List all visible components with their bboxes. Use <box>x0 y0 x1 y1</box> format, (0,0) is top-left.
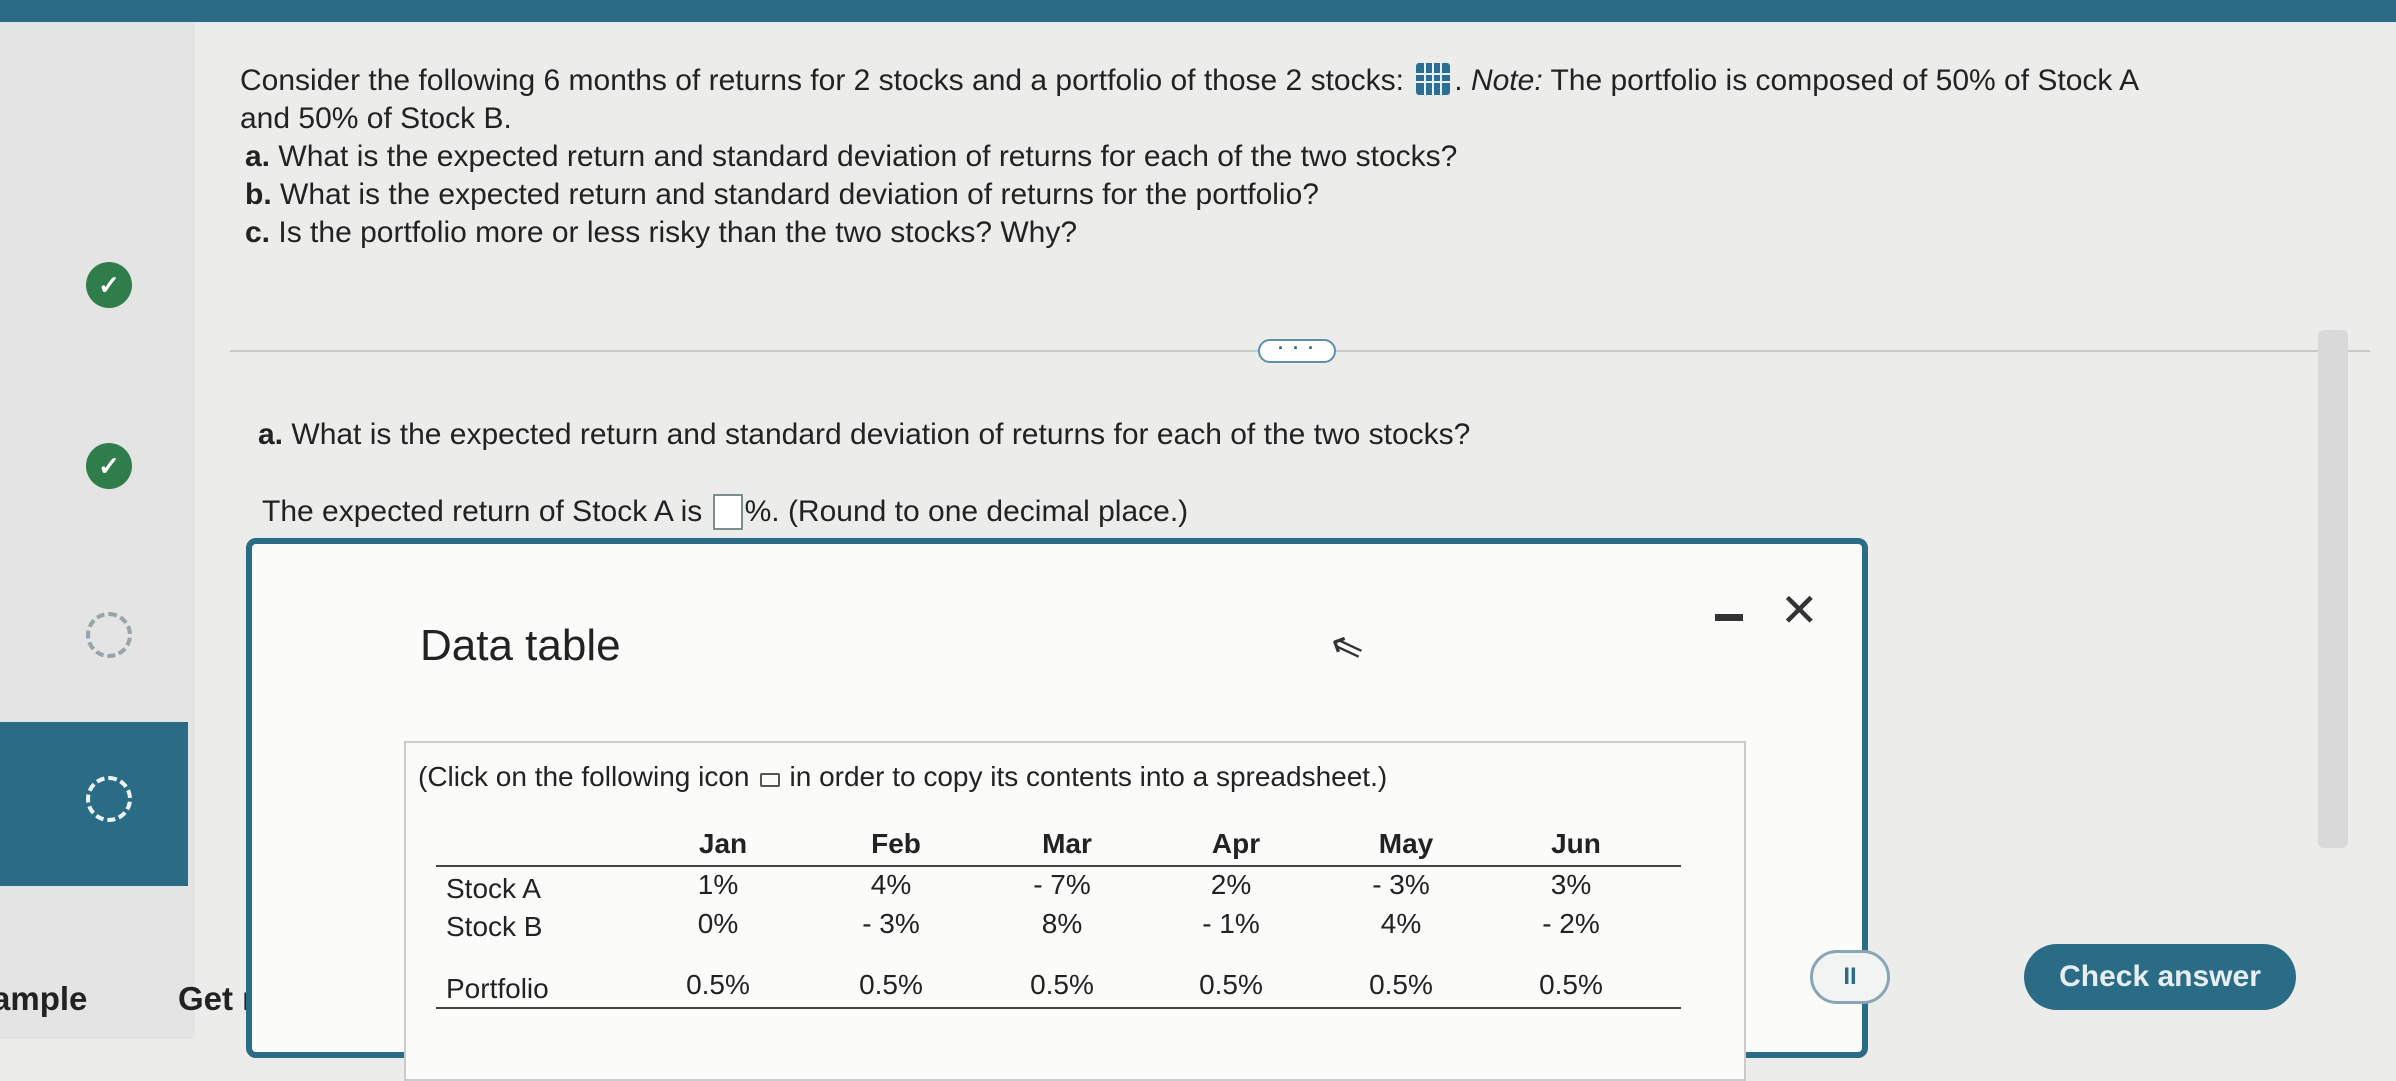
table-cell: - 2% <box>1542 908 1600 939</box>
table-cell: 2% <box>1210 869 1252 900</box>
data-table-frame: (Click on the following icon in order to … <box>404 741 1746 1081</box>
row-label-stock-b: Stock B <box>446 911 543 942</box>
col-header-mar: Mar <box>1042 828 1092 859</box>
scrollbar[interactable] <box>2318 330 2348 848</box>
question-intro-line2: and 50% of Stock B. <box>240 102 512 135</box>
col-header-feb: Feb <box>871 828 921 859</box>
table-cell: 1% <box>697 869 739 900</box>
table-cell: 0.5% <box>1369 969 1433 1000</box>
table-cell: - 3% <box>862 908 920 939</box>
col-header-apr: Apr <box>1211 828 1261 859</box>
check-answer-button[interactable]: Check answer <box>2024 944 2296 1010</box>
table-cell: 0.5% <box>859 969 923 1000</box>
step-complete-icon[interactable]: ✓ <box>86 443 132 489</box>
table-cell: 0.5% <box>1539 969 1603 1000</box>
copy-instructions: (Click on the following icon in order to … <box>418 761 1388 792</box>
col-header-jun: Jun <box>1551 828 1601 859</box>
question-part-c: c. Is the portfolio more or less risky t… <box>245 216 1078 249</box>
dialog-title: Data table <box>420 621 621 670</box>
copy-to-spreadsheet-icon[interactable] <box>759 773 780 787</box>
table-cell: 0.5% <box>686 969 750 1000</box>
answer-suffix: %. (Round to one decimal place.) <box>744 495 1189 528</box>
question-part-b: b. What is the expected return and stand… <box>245 178 1319 211</box>
step-complete-icon[interactable]: ✓ <box>86 262 132 308</box>
close-icon[interactable]: ✕ <box>1780 587 1819 633</box>
answer-input[interactable] <box>712 494 743 530</box>
note-text: The portfolio is composed of 50% of Stoc… <box>1550 64 2140 97</box>
table-cell: 0.5% <box>1030 969 1094 1000</box>
table-cell: 8% <box>1041 908 1083 939</box>
top-bar <box>0 0 2396 22</box>
table-cell: - 1% <box>1202 908 1260 939</box>
table-cell: 0% <box>697 908 739 939</box>
sub-question: a. What is the expected return and stand… <box>258 418 1471 451</box>
table-cell: 0.5% <box>1199 969 1263 1000</box>
footer-rule <box>436 1007 1681 1009</box>
row-label-stock-a: Stock A <box>446 873 541 904</box>
note-label: Note: <box>1470 64 1543 97</box>
data-table-icon[interactable] <box>1416 63 1451 95</box>
sidebar <box>0 22 195 1039</box>
table-cell: 4% <box>1380 908 1422 939</box>
minimize-icon[interactable] <box>1715 614 1743 621</box>
question-text: Consider the following 6 months of retur… <box>240 62 2390 252</box>
table-cell: - 7% <box>1033 869 1091 900</box>
answer-line: The expected return of Stock A is %. (Ro… <box>262 494 1188 530</box>
expand-more-button[interactable]: · · · <box>1258 339 1336 363</box>
table-cell: 3% <box>1550 869 1592 900</box>
question-part-a: a. What is the expected return and stand… <box>245 140 1458 173</box>
answer-prefix: The expected return of Stock A is <box>262 495 703 528</box>
col-header-may: May <box>1378 828 1434 859</box>
pause-button[interactable]: II <box>1810 950 1890 1004</box>
row-label-portfolio: Portfolio <box>446 973 549 1004</box>
mouse-cursor-icon: ⇖ <box>1323 620 1371 674</box>
table-cell: - 3% <box>1372 869 1430 900</box>
step-current-icon[interactable] <box>86 776 132 822</box>
table-cell: 4% <box>870 869 912 900</box>
header-rule <box>436 865 1681 867</box>
data-table-dialog: Data table ⇖ ✕ (Click on the following i… <box>246 538 1868 1081</box>
question-intro: Consider the following 6 months of retur… <box>240 64 1404 97</box>
step-incomplete-icon[interactable] <box>86 612 132 658</box>
example-link[interactable]: ample <box>0 980 87 1018</box>
col-header-jan: Jan <box>698 828 748 859</box>
